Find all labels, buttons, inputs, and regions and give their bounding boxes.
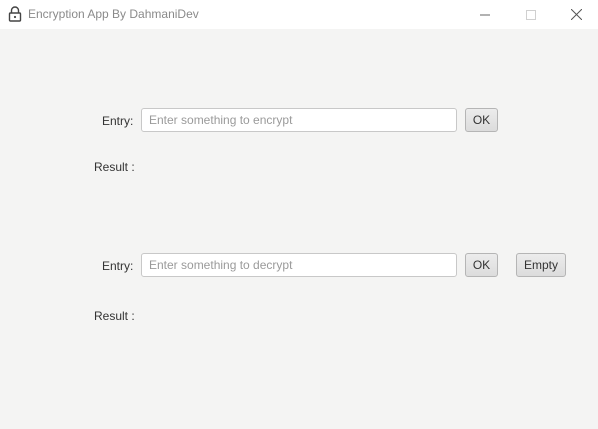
encrypt-ok-button[interactable]: OK [465,108,498,132]
encrypt-entry-label: Entry: [102,114,134,128]
decrypt-result-label: Result : [94,309,135,323]
maximize-icon [526,9,536,20]
empty-button[interactable]: Empty [516,253,566,277]
window-title: Encryption App By DahmaniDev [28,7,199,21]
maximize-button[interactable] [508,0,554,29]
lock-icon [8,6,22,22]
encrypt-result-label: Result : [94,160,135,174]
minimize-icon [480,14,490,15]
decrypt-input[interactable] [141,253,457,277]
close-button[interactable] [553,0,598,29]
encrypt-input[interactable] [141,108,457,132]
title-bar: Encryption App By DahmaniDev [0,0,598,29]
close-icon [570,9,582,20]
decrypt-ok-button[interactable]: OK [465,253,498,277]
decrypt-entry-label: Entry: [102,259,134,273]
minimize-button[interactable] [462,0,508,29]
